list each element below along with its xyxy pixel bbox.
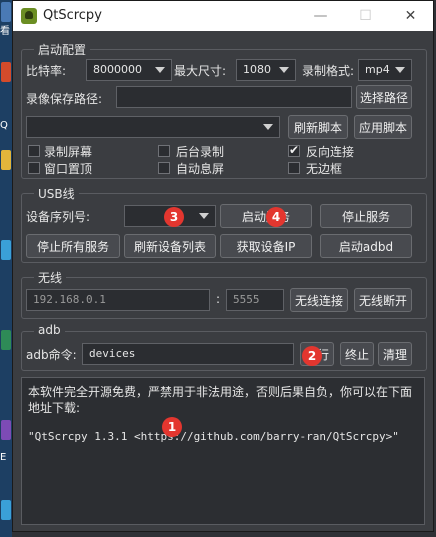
apply-script-button[interactable]: 应用脚本 — [354, 115, 412, 139]
marker-badge-1: 1 — [162, 417, 182, 437]
terminate-button[interactable]: 终止 — [340, 342, 374, 366]
version-line: "QtScrcpy 1.3.1 <https://github.com/barr… — [28, 430, 399, 443]
window-title: QtScrcpy — [43, 8, 102, 23]
adb-command-label: adb命令: — [26, 348, 77, 362]
reverse-connect-label: 反向连接 — [306, 145, 355, 159]
start-adbd-button[interactable]: 启动adbd — [320, 234, 412, 258]
startup-config-group: 启动配置 比特率: 8000000 最大尺寸: 1080 录制格式: mp4 录… — [21, 41, 427, 179]
always-top-checkbox[interactable] — [28, 162, 40, 174]
marker-badge-2: 2 — [302, 346, 322, 366]
maxsize-select[interactable]: 1080 — [236, 59, 296, 81]
chevron-down-icon — [395, 67, 405, 73]
desktop-icon[interactable] — [1, 62, 11, 82]
group-title: 无线 — [34, 269, 67, 286]
adb-group: adb adb命令: devices 执行 终止 清理 — [21, 323, 427, 371]
ip-port-separator: : — [216, 292, 221, 306]
frameless-checkbox[interactable] — [288, 162, 300, 174]
desktop-label: E — [0, 452, 7, 463]
chevron-down-icon — [155, 67, 165, 73]
background-record-checkbox[interactable] — [158, 145, 170, 157]
chevron-down-icon — [199, 213, 209, 219]
stop-service-button[interactable]: 停止服务 — [320, 204, 412, 228]
record-format-select[interactable]: mp4 — [358, 59, 412, 81]
desktop-label: Q — [0, 120, 8, 131]
always-top-label: 窗口置顶 — [44, 162, 93, 176]
select-path-button[interactable]: 选择路径 — [356, 85, 412, 109]
chevron-down-icon — [263, 124, 273, 130]
bitrate-label: 比特率: — [26, 64, 67, 78]
record-path-label: 录像保存路径: — [26, 92, 103, 106]
android-app-icon — [21, 8, 37, 24]
maxsize-value: 1080 — [243, 63, 271, 76]
qtscrcpy-window: QtScrcpy — ☐ ✕ 启动配置 比特率: 8000000 最大尺寸: 1… — [12, 0, 434, 532]
frameless-label: 无边框 — [306, 162, 343, 176]
bitrate-select[interactable]: 8000000 — [86, 59, 172, 81]
refresh-devices-button[interactable]: 刷新设备列表 — [124, 234, 216, 258]
adb-command-input[interactable]: devices — [82, 343, 294, 365]
desktop-icon[interactable] — [1, 2, 11, 22]
title-bar[interactable]: QtScrcpy — ☐ ✕ — [13, 1, 433, 31]
clear-button[interactable]: 清理 — [378, 342, 412, 366]
refresh-script-button[interactable]: 刷新脚本 — [288, 115, 348, 139]
desktop-label: 看 — [0, 26, 10, 37]
log-output[interactable]: 本软件完全开源免费，严禁用于非法用途，否则后果自负，你可以在下面地址下载: "Q… — [21, 377, 425, 525]
record-path-input[interactable] — [116, 86, 352, 108]
wireless-group: 无线 192.168.0.1 : 5555 无线连接 无线断开 — [21, 269, 427, 319]
desktop-icon[interactable] — [1, 240, 11, 260]
record-screen-label: 录制屏幕 — [44, 145, 93, 159]
group-title: USB线 — [34, 185, 79, 202]
auto-off-label: 自动息屏 — [176, 162, 225, 176]
group-title: adb — [34, 323, 65, 337]
marker-badge-4: 4 — [266, 207, 286, 227]
serial-label: 设备序列号: — [26, 210, 91, 224]
stop-all-services-button[interactable]: 停止所有服务 — [26, 234, 120, 258]
marker-badge-3: 3 — [164, 207, 184, 227]
record-format-label: 录制格式: — [302, 64, 355, 78]
desktop-icon[interactable] — [1, 150, 11, 170]
desktop-icon[interactable] — [1, 420, 11, 440]
desktop-background: 看 Q E — [0, 0, 12, 537]
wireless-connect-button[interactable]: 无线连接 — [290, 288, 348, 312]
maxsize-label: 最大尺寸: — [174, 64, 227, 78]
background-record-label: 后台录制 — [176, 145, 225, 159]
close-button[interactable]: ✕ — [388, 1, 433, 31]
ip-input[interactable]: 192.168.0.1 — [26, 289, 210, 311]
wireless-disconnect-button[interactable]: 无线断开 — [354, 288, 412, 312]
license-notice: 本软件完全开源免费，严禁用于非法用途，否则后果自负，你可以在下面地址下载: — [28, 385, 413, 415]
group-title: 启动配置 — [34, 41, 91, 58]
usb-group: USB线 设备序列号: 启动服务 停止服务 停止所有服务 刷新设备列表 获取设备… — [21, 185, 427, 263]
port-input[interactable]: 5555 — [226, 289, 284, 311]
desktop-icon[interactable] — [1, 330, 11, 350]
bitrate-value: 8000000 — [93, 63, 142, 76]
minimize-button[interactable]: — — [298, 1, 343, 31]
desktop-icon[interactable] — [1, 500, 11, 520]
get-device-ip-button[interactable]: 获取设备IP — [220, 234, 312, 258]
maximize-button[interactable]: ☐ — [343, 1, 388, 31]
auto-off-checkbox[interactable] — [158, 162, 170, 174]
chevron-down-icon — [279, 67, 289, 73]
record-format-value: mp4 — [365, 63, 390, 76]
record-screen-checkbox[interactable] — [28, 145, 40, 157]
reverse-connect-checkbox[interactable] — [288, 143, 300, 157]
script-select[interactable] — [26, 116, 280, 138]
